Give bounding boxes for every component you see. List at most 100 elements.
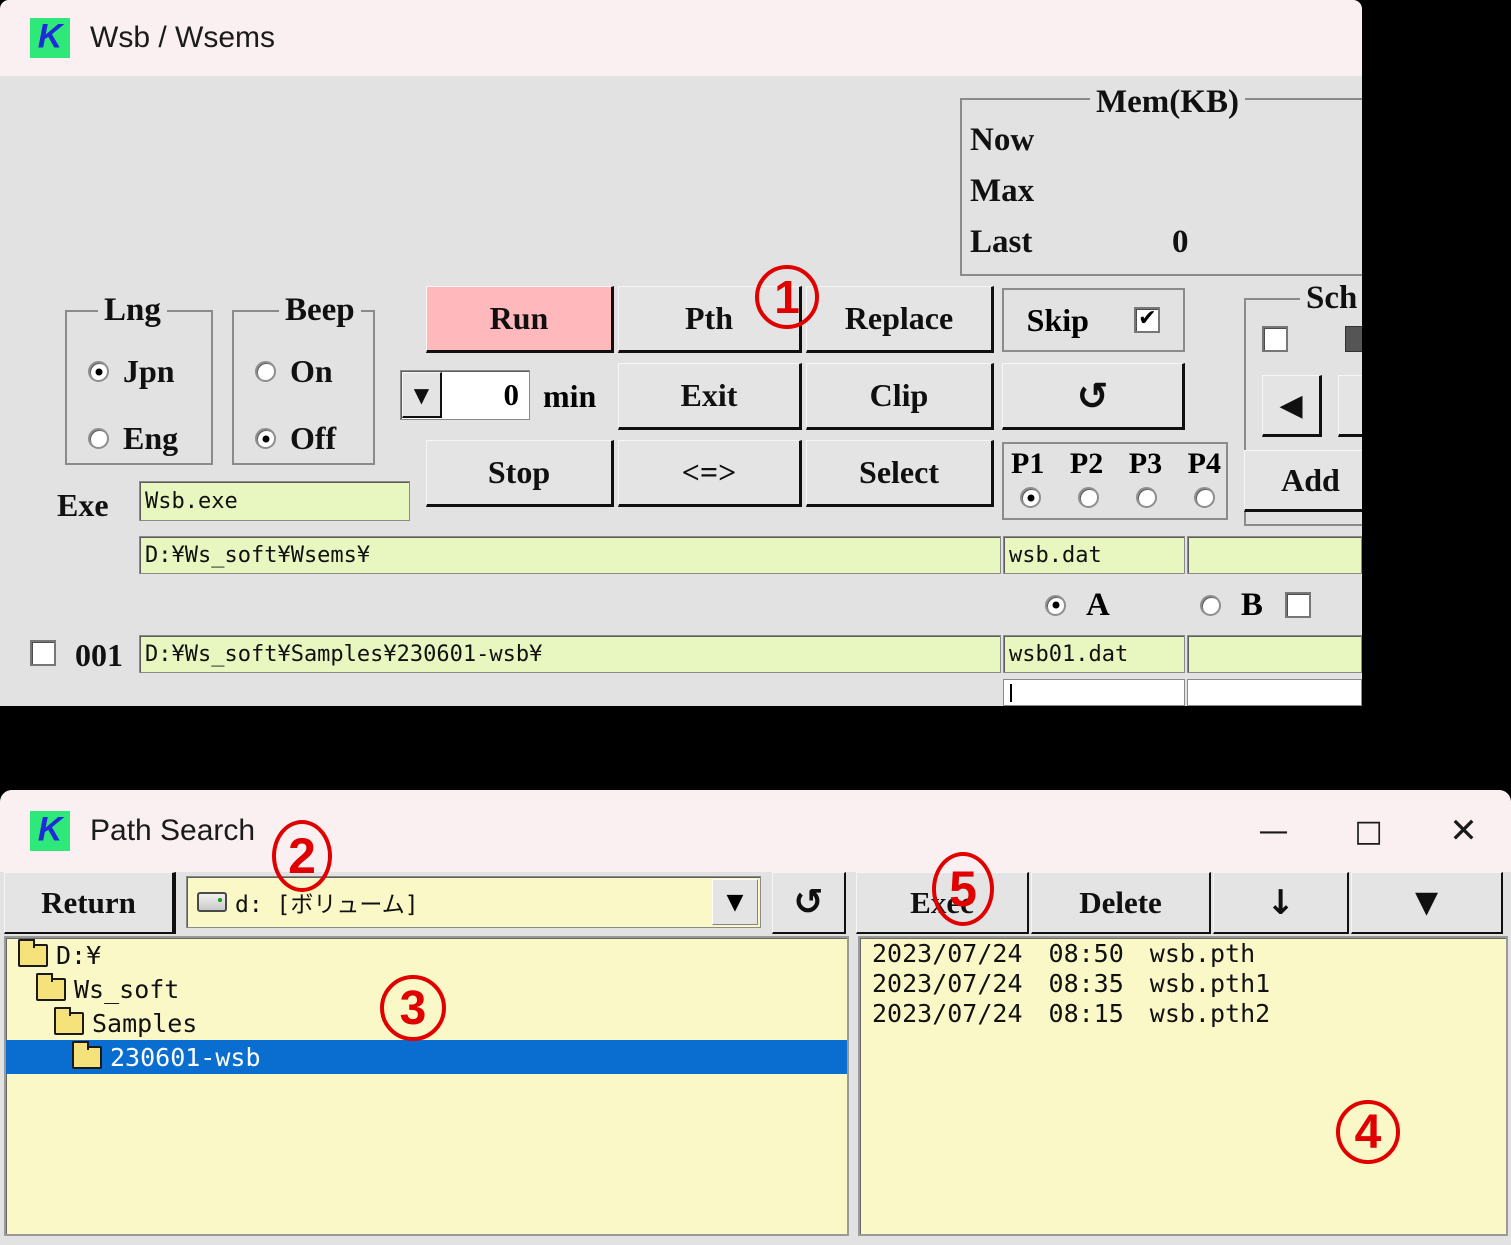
list-item[interactable]: D:¥	[6, 938, 847, 972]
chevron-down-icon[interactable]: ▼	[712, 879, 758, 925]
radio-preset-p3[interactable]	[1136, 487, 1157, 508]
refresh-icon-button[interactable]: ↺	[772, 872, 846, 934]
file-name: wsb.pth2	[1149, 998, 1271, 1028]
bottom-window-title: Path Search	[90, 814, 256, 847]
radio-b[interactable]	[1199, 594, 1221, 616]
refresh-button[interactable]: ↺	[1002, 363, 1185, 430]
file-time: 08:50	[1048, 938, 1124, 968]
skip-group[interactable]: Skip	[1002, 288, 1185, 352]
exec-button[interactable]: Exec	[856, 872, 1029, 934]
row-001-path-input[interactable]: D:¥Ws_soft¥Samples¥230601-wsb¥	[139, 635, 1001, 673]
radio-beep-on-dot[interactable]	[255, 361, 276, 382]
lng-group-label: Lng	[98, 292, 167, 329]
mem-last-value: 0	[1172, 224, 1189, 260]
tree-item-label: Ws_soft	[74, 974, 180, 1004]
drive-icon	[197, 892, 227, 912]
text-caret	[1010, 684, 1012, 702]
mem-now-label: Now	[970, 122, 1035, 158]
schedule-checkbox[interactable]	[1262, 326, 1288, 352]
radio-beep-off-label: Off	[290, 420, 337, 456]
list-item-selected[interactable]: 230601-wsb	[6, 1040, 847, 1074]
radio-beep-off[interactable]: Off	[255, 420, 336, 457]
row-002-dat-input[interactable]	[1003, 679, 1185, 706]
exe-input[interactable]: Wsb.exe	[139, 481, 410, 521]
clip-button[interactable]: Clip	[806, 363, 994, 430]
row-001-checkbox[interactable]	[30, 640, 56, 666]
radio-a[interactable]	[1045, 594, 1066, 616]
list-item[interactable]: 2023/07/24 08:50 wsb.pth	[860, 938, 1506, 968]
radio-lng-eng-dot[interactable]	[88, 428, 109, 449]
select-button[interactable]: Select	[806, 440, 994, 507]
drive-select-value: d: [ボリューム]	[235, 892, 419, 918]
header-path-input[interactable]: D:¥Ws_soft¥Wsems¥	[139, 536, 1001, 574]
schedule-next-button[interactable]	[1338, 375, 1362, 437]
pth-button[interactable]: Pth	[618, 286, 802, 353]
list-item[interactable]: Samples	[6, 1006, 847, 1040]
tree-item-label: 230601-wsb	[110, 1042, 261, 1072]
maximize-button[interactable]: □	[1321, 790, 1416, 872]
folder-icon	[54, 1006, 84, 1035]
schedule-add-button[interactable]: Add	[1244, 450, 1362, 512]
list-item[interactable]: Ws_soft	[6, 972, 847, 1006]
radio-lng-jpn-label: Jpn	[123, 353, 175, 389]
top-window-title: Wsb / Wsems	[90, 21, 275, 54]
top-window-titlebar: Wsb / Wsems	[0, 0, 1362, 76]
delete-button[interactable]: Delete	[1031, 872, 1211, 934]
return-button[interactable]: Return	[4, 872, 176, 934]
radio-beep-off-dot[interactable]	[255, 428, 276, 449]
download-icon-button[interactable]: ↓	[1213, 872, 1349, 934]
folder-icon	[36, 972, 66, 1001]
radio-lng-jpn-dot[interactable]	[88, 361, 109, 382]
stop-button[interactable]: Stop	[426, 440, 614, 507]
beep-group-label: Beep	[279, 292, 361, 329]
ab-checkbox[interactable]	[1284, 592, 1311, 618]
close-button[interactable]: ✕	[1416, 790, 1511, 872]
mem-max-label: Max	[970, 173, 1035, 209]
row-001-dat-input[interactable]: wsb01.dat	[1003, 635, 1185, 673]
preset-label-p4: P4	[1187, 447, 1221, 480]
replace-button[interactable]: Replace	[806, 286, 994, 353]
folder-icon	[18, 938, 48, 967]
row-002-extra-input[interactable]	[1187, 679, 1362, 706]
schedule-group-label: Sch	[1300, 280, 1362, 317]
radio-lng-eng[interactable]: Eng	[88, 420, 178, 457]
radio-preset-p1[interactable]	[1020, 487, 1041, 508]
exe-label: Exe	[57, 487, 109, 523]
schedule-prev-button[interactable]: ◀	[1262, 375, 1322, 437]
preset-radios[interactable]	[1020, 487, 1215, 508]
file-date: 2023/07/24	[872, 998, 1023, 1028]
file-name: wsb.pth1	[1149, 968, 1271, 998]
schedule-spinner[interactable]	[1345, 326, 1362, 352]
list-item[interactable]: 2023/07/24 08:15 wsb.pth2	[860, 998, 1506, 1028]
timer-dropdown-button[interactable]: ▼	[402, 372, 442, 418]
file-date: 2023/07/24	[872, 968, 1023, 998]
header-extra-input[interactable]	[1187, 536, 1362, 574]
run-button[interactable]: Run	[426, 286, 614, 353]
row-001-number: 001	[75, 637, 123, 673]
skip-checkbox[interactable]	[1134, 307, 1161, 333]
radio-preset-p2[interactable]	[1078, 487, 1099, 508]
exit-button[interactable]: Exit	[618, 363, 802, 430]
radio-lng-jpn[interactable]: Jpn	[88, 353, 175, 390]
ab-selector-row[interactable]: A B	[1003, 584, 1362, 626]
radio-preset-p4[interactable]	[1194, 487, 1215, 508]
preset-labels: P1 P2 P3 P4	[1011, 447, 1221, 481]
tree-item-label: D:¥	[56, 940, 102, 970]
file-list-pane[interactable]: 2023/07/24 08:50 wsb.pth 2023/07/24 08:3…	[858, 936, 1508, 1236]
folder-tree-pane[interactable]: D:¥ Ws_soft Samples 230601-wsb	[4, 936, 849, 1236]
file-time: 08:35	[1048, 968, 1124, 998]
row-001-extra-input[interactable]	[1187, 635, 1362, 673]
timer-unit-label: min	[543, 378, 597, 414]
minimize-button[interactable]: —	[1226, 790, 1321, 872]
radio-beep-on[interactable]: On	[255, 353, 333, 390]
header-dat-input[interactable]: wsb.dat	[1003, 536, 1185, 574]
radio-b-label: B	[1240, 586, 1263, 623]
swap-button[interactable]: <=>	[618, 440, 802, 507]
preset-label-p2: P2	[1069, 447, 1104, 480]
drive-select[interactable]: d: [ボリューム] ▼	[186, 876, 761, 928]
list-item[interactable]: 2023/07/24 08:35 wsb.pth1	[860, 968, 1506, 998]
file-name: wsb.pth	[1149, 938, 1256, 968]
tree-item-label: Samples	[92, 1008, 198, 1038]
expand-icon-button[interactable]: ▼	[1351, 872, 1503, 934]
radio-lng-eng-label: Eng	[123, 420, 179, 456]
